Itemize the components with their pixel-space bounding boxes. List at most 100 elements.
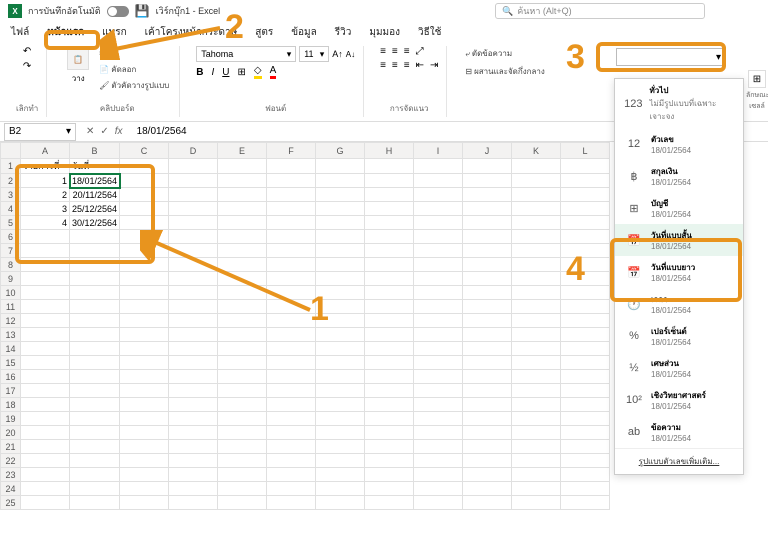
row-header[interactable]: 24 [1, 482, 21, 496]
cell[interactable] [120, 159, 169, 174]
format-accounting[interactable]: ⊞บัญชี18/01/2564 [615, 192, 743, 224]
row-header[interactable]: 22 [1, 454, 21, 468]
tab-review[interactable]: รีวิว [332, 23, 355, 42]
col-header[interactable]: D [169, 143, 218, 159]
col-header[interactable]: F [267, 143, 316, 159]
cell[interactable]: 2 [21, 188, 70, 202]
font-color-button[interactable]: A [270, 65, 277, 79]
more-formats-link[interactable]: รูปแบบตัวเลขเพิ่มเติม... [615, 448, 743, 474]
format-general[interactable]: 123ทั่วไปไม่มีรูปแบบที่เฉพาะเจาะจง [615, 79, 743, 128]
cell[interactable]: 25/12/2564 [70, 202, 120, 216]
save-icon[interactable]: 💾 [135, 4, 150, 18]
paste-button[interactable]: 📋 วาง [63, 46, 93, 87]
cell-styles-icon[interactable]: ⊞ [748, 70, 766, 88]
search-input[interactable]: 🔍 ค้นหา (Alt+Q) [495, 3, 705, 19]
align-top-icon[interactable]: ≡ [380, 46, 386, 57]
row-header[interactable]: 7 [1, 244, 21, 258]
cell[interactable]: 20/11/2564 [70, 188, 120, 202]
name-box[interactable]: B2▾ [4, 123, 76, 141]
undo-icon[interactable]: ↶ [23, 46, 31, 57]
format-number[interactable]: 12ตัวเลข18/01/2564 [615, 128, 743, 160]
number-format-combo[interactable]: ▾ [616, 48, 726, 66]
cell[interactable]: 1 [21, 174, 70, 188]
row-header[interactable]: 13 [1, 328, 21, 342]
col-header[interactable]: I [414, 143, 463, 159]
underline-button[interactable]: U [222, 67, 229, 78]
row-header[interactable]: 12 [1, 314, 21, 328]
col-header[interactable]: H [365, 143, 414, 159]
row-header[interactable]: 16 [1, 370, 21, 384]
tab-formulas[interactable]: สูตร [252, 23, 276, 42]
row-header[interactable]: 10 [1, 286, 21, 300]
redo-icon[interactable]: ↷ [23, 61, 31, 72]
row-header[interactable]: 21 [1, 440, 21, 454]
format-time[interactable]: 🕐เวลา18/01/2564 [615, 288, 743, 320]
italic-button[interactable]: I [211, 67, 214, 78]
fill-color-button[interactable]: ◇ [254, 65, 262, 79]
row-header[interactable]: 3 [1, 188, 21, 202]
col-header[interactable]: K [512, 143, 561, 159]
border-button[interactable]: ⊞ [237, 67, 245, 78]
row-header[interactable]: 25 [1, 496, 21, 510]
row-header[interactable]: 5 [1, 216, 21, 230]
autosave-toggle[interactable] [107, 6, 129, 17]
col-header[interactable]: J [463, 143, 512, 159]
tab-home[interactable]: หน้าแรก [44, 23, 87, 42]
cancel-icon[interactable]: ✕ [86, 126, 94, 137]
format-scientific[interactable]: 10²เชิงวิทยาศาสตร์18/01/2564 [615, 384, 743, 416]
row-header[interactable]: 23 [1, 468, 21, 482]
align-bottom-icon[interactable]: ≡ [404, 46, 410, 57]
col-header[interactable]: A [21, 143, 70, 159]
align-center-icon[interactable]: ≡ [392, 60, 398, 71]
format-long-date[interactable]: 📅วันที่แบบยาว18/01/2564 [615, 256, 743, 288]
format-painter-button[interactable]: 🖌 ตัวคัดวางรูปแบบ [97, 78, 171, 93]
row-header[interactable]: 2 [1, 174, 21, 188]
row-header[interactable]: 1 [1, 159, 21, 174]
col-header[interactable]: G [316, 143, 365, 159]
row-header[interactable]: 4 [1, 202, 21, 216]
row-header[interactable]: 6 [1, 230, 21, 244]
tab-file[interactable]: ไฟล์ [8, 23, 32, 42]
format-percent[interactable]: %เปอร์เซ็นต์18/01/2564 [615, 320, 743, 352]
font-size-combo[interactable]: 11▾ [299, 46, 329, 62]
spreadsheet-grid[interactable]: A B C D E F G H I J K L 1รายการที่วันที่… [0, 142, 610, 510]
cell[interactable]: 30/12/2564 [70, 216, 120, 230]
increase-font-icon[interactable]: A↑ [332, 49, 343, 59]
row-header[interactable]: 15 [1, 356, 21, 370]
wrap-text-button[interactable]: ⤶ ตัดข้อความ [463, 46, 514, 61]
enter-icon[interactable]: ✓ [100, 126, 108, 137]
format-text[interactable]: abข้อความ18/01/2564 [615, 416, 743, 448]
select-all-corner[interactable] [1, 143, 21, 159]
merge-center-button[interactable]: ⊟ ผสานและจัดกึ่งกลาง [463, 64, 546, 79]
increase-indent-icon[interactable]: ⇥ [430, 60, 438, 71]
cell[interactable]: 4 [21, 216, 70, 230]
format-fraction[interactable]: ½เศษส่วน18/01/2564 [615, 352, 743, 384]
row-header[interactable]: 8 [1, 258, 21, 272]
col-header[interactable]: C [120, 143, 169, 159]
row-header[interactable]: 14 [1, 342, 21, 356]
copy-button[interactable]: 📄 คัดลอก [97, 62, 171, 77]
bold-button[interactable]: B [196, 67, 203, 78]
align-left-icon[interactable]: ≡ [380, 60, 386, 71]
cell[interactable]: 3 [21, 202, 70, 216]
cell[interactable]: วันที่ [70, 159, 120, 174]
align-right-icon[interactable]: ≡ [404, 60, 410, 71]
fx-icon[interactable]: fx [115, 126, 123, 137]
row-header[interactable]: 18 [1, 398, 21, 412]
format-currency[interactable]: ฿สกุลเงิน18/01/2564 [615, 160, 743, 192]
tab-data[interactable]: ข้อมูล [288, 23, 320, 42]
col-header[interactable]: E [218, 143, 267, 159]
tab-help[interactable]: วิธีใช้ [415, 23, 444, 42]
cell[interactable]: รายการที่ [21, 159, 70, 174]
row-header[interactable]: 20 [1, 426, 21, 440]
tab-view[interactable]: มุมมอง [366, 23, 403, 42]
cell-active[interactable]: 18/01/2564 [70, 174, 120, 188]
col-header[interactable]: B [70, 143, 120, 159]
row-header[interactable]: 9 [1, 272, 21, 286]
row-header[interactable]: 17 [1, 384, 21, 398]
orientation-icon[interactable]: ⤢ [416, 46, 424, 57]
decrease-font-icon[interactable]: A↓ [346, 50, 355, 59]
decrease-indent-icon[interactable]: ⇤ [416, 60, 424, 71]
align-middle-icon[interactable]: ≡ [392, 46, 398, 57]
row-header[interactable]: 11 [1, 300, 21, 314]
